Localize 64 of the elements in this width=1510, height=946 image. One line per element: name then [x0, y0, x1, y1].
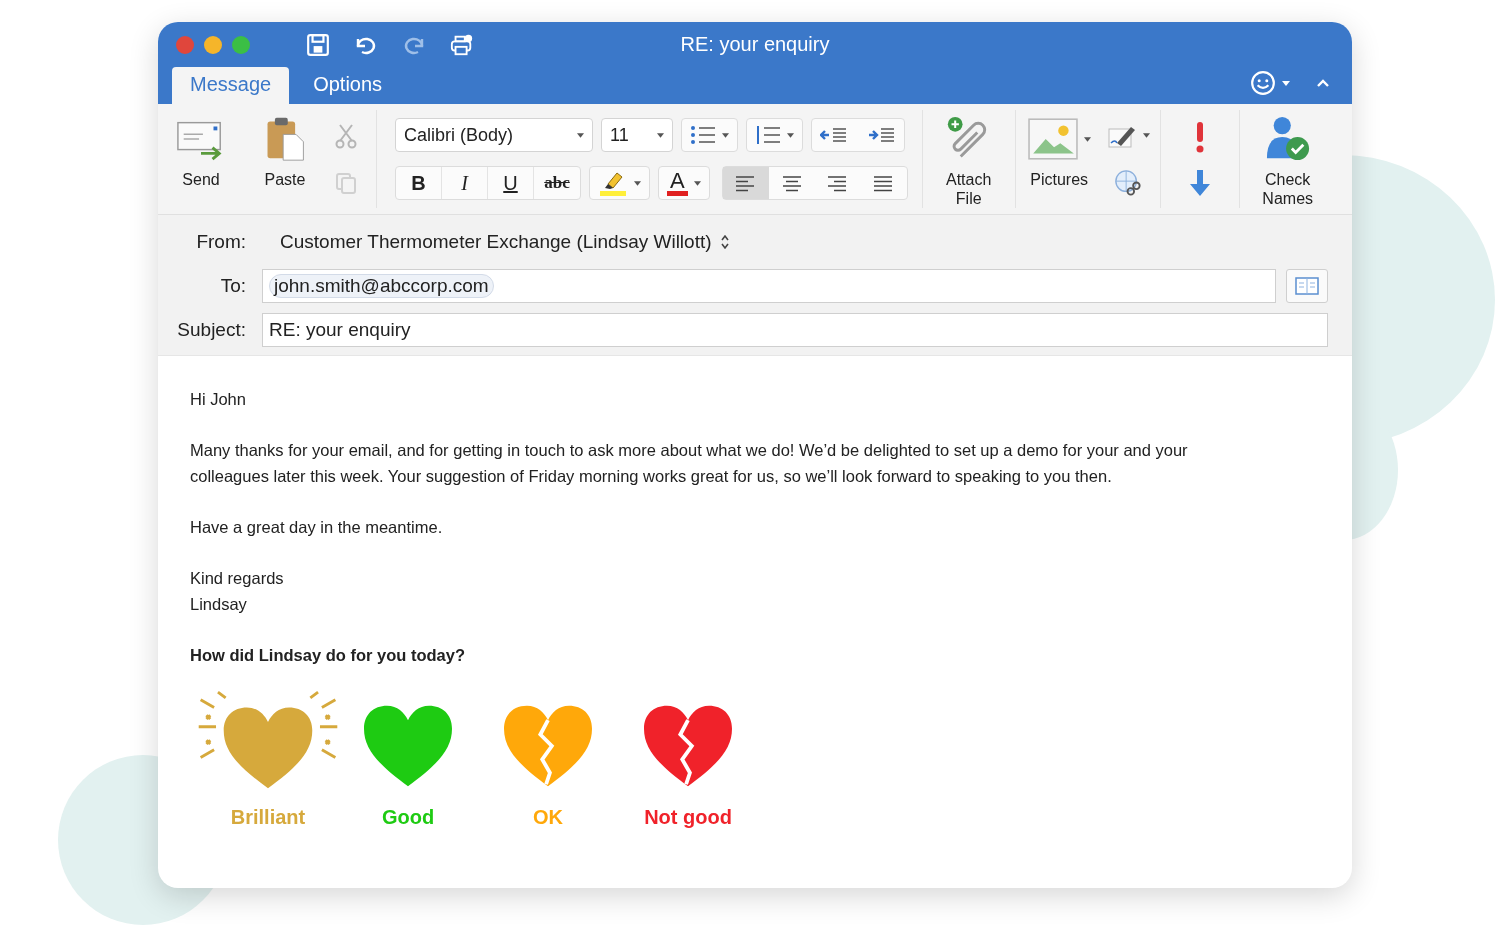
from-account-selector[interactable]: Customer Thermometer Exchange (Lindsay Willott) [280, 231, 712, 253]
subject-field[interactable]: RE: your enquiry [262, 313, 1328, 347]
font-color-button[interactable]: A [658, 166, 710, 200]
up-down-chevron-icon[interactable] [719, 234, 730, 250]
subject-label: Subject: [176, 319, 246, 341]
survey-question: How did Lindsay do for you today? [190, 645, 466, 666]
printer-icon[interactable] [450, 32, 474, 57]
caret-icon [722, 132, 729, 138]
format-button[interactable]: abc [534, 167, 580, 199]
window-title: RE: your enquiry [680, 33, 830, 56]
to-label: To: [219, 275, 246, 297]
signoff-text: Lindsay [190, 594, 248, 615]
font-size-dropdown[interactable]: 11 [601, 118, 673, 152]
save-icon[interactable] [306, 32, 330, 57]
increase-indent-icon[interactable] [868, 125, 896, 145]
align-left-icon [735, 173, 757, 193]
ribbon-tab[interactable]: Options [295, 67, 401, 104]
collapse-ribbon-icon[interactable] [1316, 78, 1330, 88]
low-importance-icon[interactable] [1188, 170, 1211, 196]
highlight-button[interactable] [589, 166, 650, 200]
highlighter-icon [598, 170, 628, 196]
caret-icon [577, 132, 584, 138]
format-button[interactable]: U [488, 167, 534, 199]
check-names-button[interactable]: Check Names [1247, 104, 1328, 214]
to-field[interactable]: john.smith@abccorp.com [262, 269, 1276, 303]
high-importance-icon[interactable] [1194, 122, 1205, 154]
caret-icon [787, 132, 794, 138]
rating-label[interactable]: Not good [644, 806, 732, 829]
numbered-list-icon [755, 125, 781, 145]
address-book-icon [1294, 276, 1320, 296]
paste-button[interactable]: Paste [254, 104, 316, 214]
body-paragraph: Many thanks for your email, and for getting in touch to ask more about what we do! We’d be delighted to set up a demo for your and your colleagues later this week. Your suggestion of Friday morning works great for us, so we’ll look forward to speaking to you then. [190, 440, 1189, 487]
caret-icon[interactable] [1282, 80, 1290, 86]
caret-icon [657, 132, 664, 138]
align-center-icon [781, 173, 803, 193]
signoff-text: Kind regards [190, 568, 285, 589]
globe-link-icon[interactable] [1113, 168, 1144, 197]
bullets-button[interactable] [681, 118, 738, 152]
image-icon [1027, 116, 1078, 162]
caret-icon[interactable] [1142, 133, 1150, 138]
format-button[interactable]: I [442, 167, 488, 199]
numbering-button[interactable] [746, 118, 803, 152]
address-book-button[interactable] [1286, 269, 1328, 303]
caret-icon [634, 180, 641, 186]
greeting-text: Hi John [190, 389, 247, 410]
caret-icon [1083, 136, 1091, 142]
align-right-icon [827, 173, 849, 193]
send-button[interactable]: Send [170, 104, 232, 214]
smiley-icon[interactable] [1250, 70, 1276, 96]
font-color-letter: A [667, 170, 688, 196]
format-button[interactable]: B [396, 167, 442, 199]
body-paragraph: Have a great day in the meantime. [190, 517, 444, 538]
from-label: From: [195, 231, 246, 253]
bullet-list-icon [690, 125, 716, 145]
ribbon-tab[interactable]: Message [172, 67, 290, 104]
align-button[interactable] [722, 167, 769, 199]
caret-icon [693, 180, 701, 186]
minimize-button[interactable] [204, 35, 222, 54]
pictures-button[interactable]: Pictures [1021, 104, 1097, 214]
font-name-dropdown[interactable]: Calibri (Body) [395, 118, 593, 152]
decrease-indent-icon[interactable] [820, 125, 848, 145]
justify-icon [873, 173, 895, 193]
attach-file-button[interactable]: Attach File [928, 104, 1009, 214]
recipient-chip[interactable]: john.smith@abccorp.com [269, 274, 494, 298]
